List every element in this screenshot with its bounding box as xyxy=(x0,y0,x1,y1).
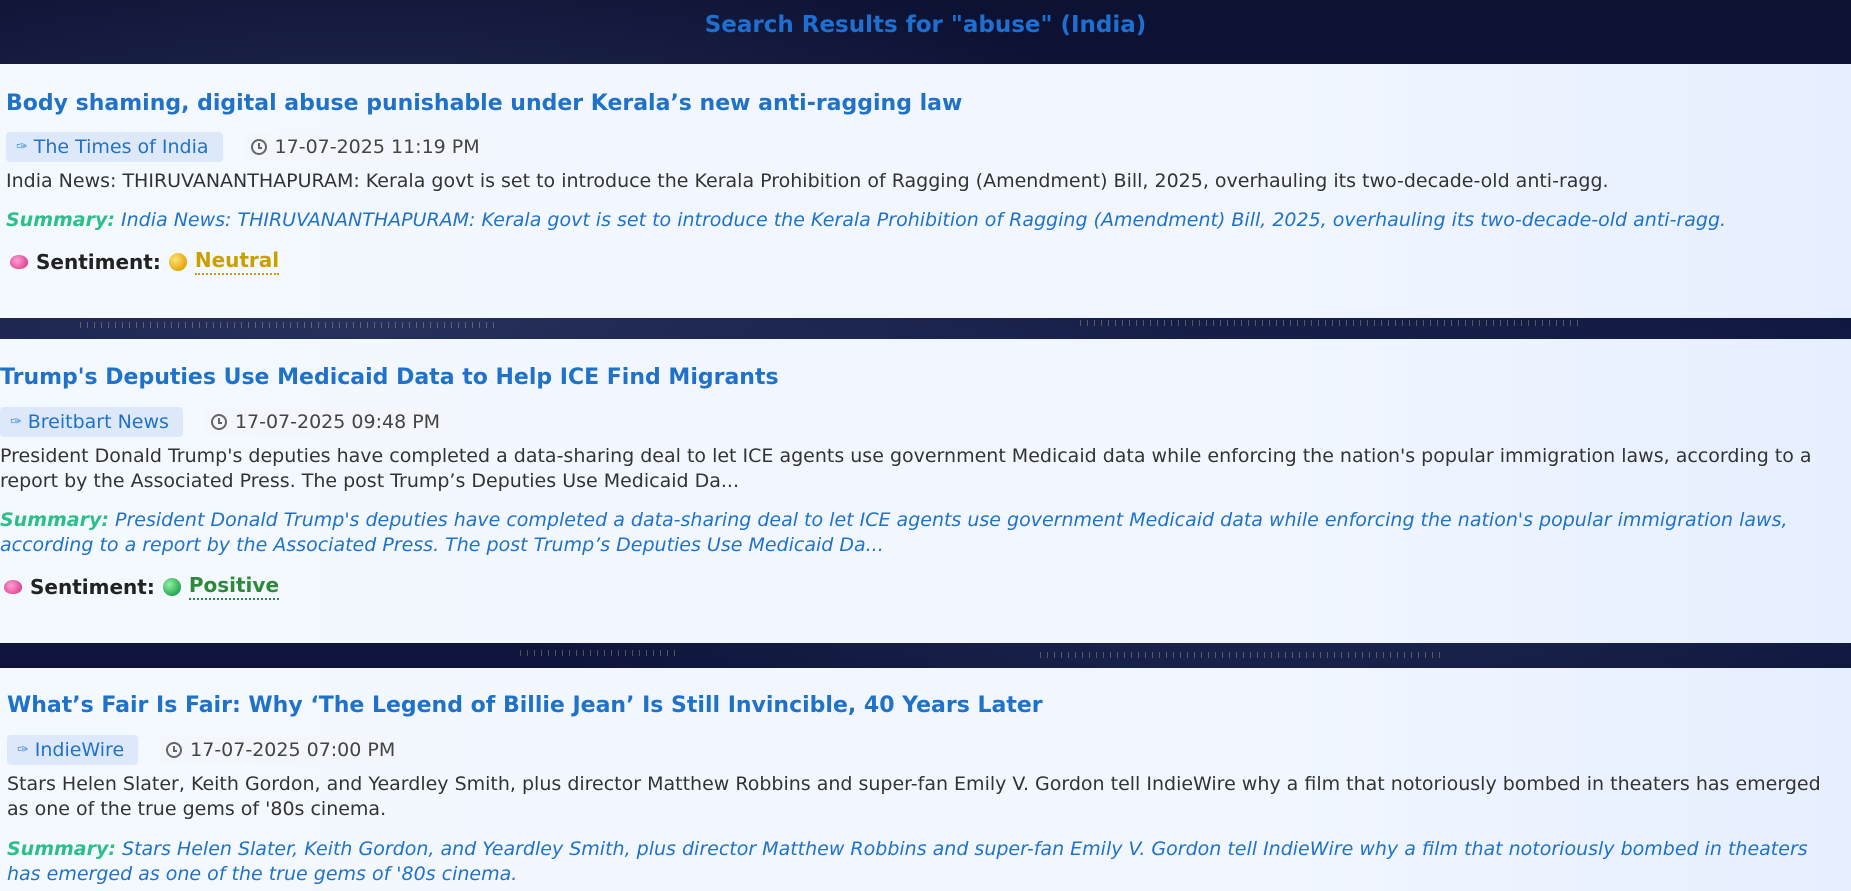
timestamp: 17-07-2025 09:48 PM xyxy=(204,409,447,435)
article-description: President Donald Trump's deputies have c… xyxy=(0,445,1812,492)
timestamp-text: 17-07-2025 09:48 PM xyxy=(234,411,441,433)
page-title: Search Results for "abuse" (India) xyxy=(704,12,1147,38)
article-summary: Summary: India News: THIRUVANANTHAPURAM:… xyxy=(6,208,1836,233)
pen-icon: ✑ xyxy=(16,139,28,155)
source-badge[interactable]: ✑ Breitbart News xyxy=(0,407,183,437)
article-meta: ✑ The Times of India 17-07-2025 11:19 PM xyxy=(6,132,486,162)
summary-text: President Donald Trump's deputies have c… xyxy=(0,509,1788,556)
sentiment-row: Sentiment: Positive xyxy=(4,573,280,600)
pen-icon: ✑ xyxy=(17,742,29,758)
brain-icon xyxy=(4,579,22,594)
source-badge[interactable]: ✑ The Times of India xyxy=(6,132,223,162)
summary-text: India News: THIRUVANANTHAPURAM: Kerala g… xyxy=(121,209,1727,231)
article-title-link[interactable]: Trump's Deputies Use Medicaid Data to He… xyxy=(0,365,779,390)
sentiment-label: Sentiment: xyxy=(30,574,155,599)
clock-icon xyxy=(166,742,183,758)
neutral-dot-icon xyxy=(168,252,187,271)
source-name: Breitbart News xyxy=(27,411,169,433)
clock-icon xyxy=(250,139,267,155)
page-header: Search Results for "abuse" (India) xyxy=(0,0,1851,64)
source-name: IndieWire xyxy=(34,739,125,761)
article-card: Trump's Deputies Use Medicaid Data to He… xyxy=(0,339,1851,643)
timestamp: 17-07-2025 11:19 PM xyxy=(244,134,486,160)
pen-icon: ✑ xyxy=(10,414,22,430)
sentiment-label: Sentiment: xyxy=(36,249,161,274)
summary-text: Stars Helen Slater, Keith Gordon, and Ye… xyxy=(7,838,1808,885)
positive-dot-icon xyxy=(162,577,181,596)
article-description: India News: THIRUVANANTHAPURAM: Kerala g… xyxy=(6,170,1609,192)
article-title-link[interactable]: What’s Fair Is Fair: Why ‘The Legend of … xyxy=(7,693,1043,718)
brain-icon xyxy=(10,254,28,269)
summary-label: Summary: xyxy=(7,838,116,860)
source-badge[interactable]: ✑ IndieWire xyxy=(7,735,139,765)
article-summary: Summary: Stars Helen Slater, Keith Gordo… xyxy=(7,837,1827,887)
sentiment-value: Neutral xyxy=(194,248,280,275)
article-summary: Summary: President Donald Trump's deputi… xyxy=(0,508,1830,558)
clock-icon xyxy=(210,414,227,430)
article-card: Body shaming, digital abuse punishable u… xyxy=(0,64,1851,318)
article-title-link[interactable]: Body shaming, digital abuse punishable u… xyxy=(6,91,962,116)
sentiment-row: Sentiment: Neutral xyxy=(10,248,280,275)
article-description: Stars Helen Slater, Keith Gordon, and Ye… xyxy=(7,773,1821,820)
article-meta: ✑ IndieWire 17-07-2025 07:00 PM xyxy=(7,735,402,765)
sentiment-value: Positive xyxy=(188,573,280,600)
article-card: What’s Fair Is Fair: Why ‘The Legend of … xyxy=(0,668,1851,891)
summary-label: Summary: xyxy=(0,509,109,531)
article-meta: ✑ Breitbart News 17-07-2025 09:48 PM xyxy=(0,407,447,437)
timestamp-text: 17-07-2025 11:19 PM xyxy=(274,136,480,158)
source-name: The Times of India xyxy=(33,136,209,158)
summary-label: Summary: xyxy=(6,209,115,231)
timestamp: 17-07-2025 07:00 PM xyxy=(160,737,402,763)
timestamp-text: 17-07-2025 07:00 PM xyxy=(190,739,396,761)
